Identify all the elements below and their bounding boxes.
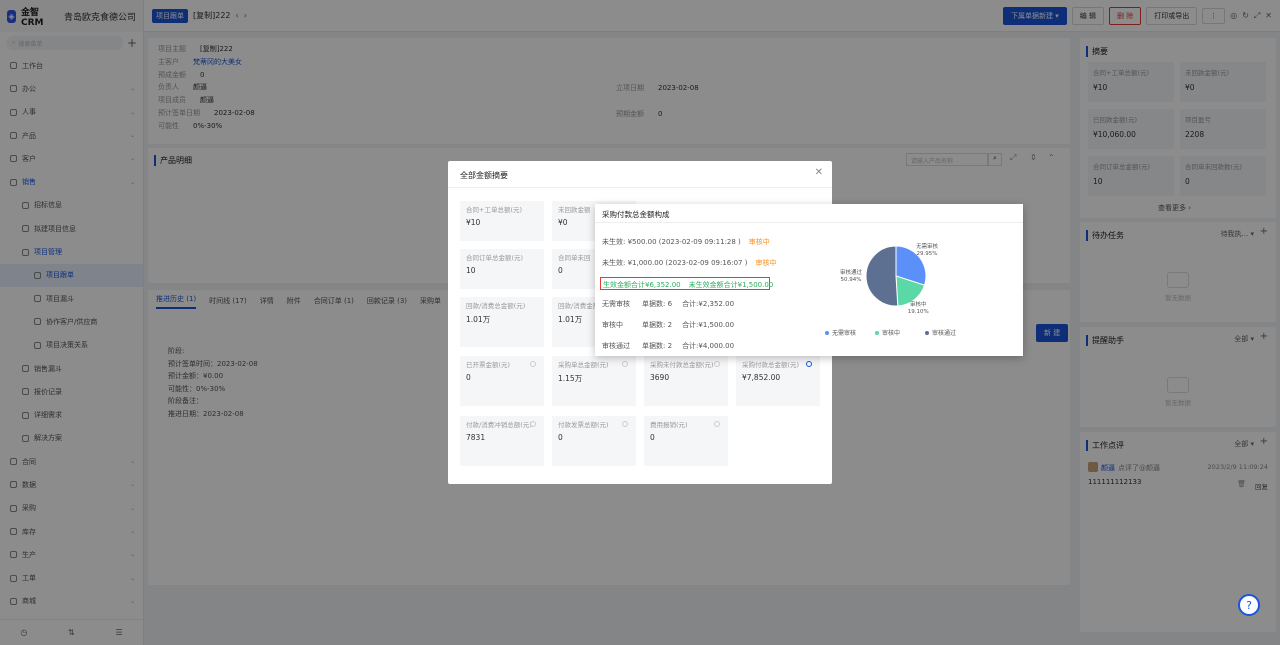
not-effective-total: 未生效金额合计¥1,500.00 [688,281,774,289]
group-count: 2 [667,342,673,350]
legend-label: 审核中 [882,330,901,337]
popover-divider [595,222,1023,223]
legend-label: 审核通过 [932,330,957,337]
info-icon[interactable] [622,421,628,427]
amount-card: 回款/消费总金额(元) 1.01万 [460,297,544,347]
info-icon[interactable] [530,421,536,427]
total-label: 合计: [682,321,699,329]
amount-card-label: 采购未付款总金额(元) [650,361,714,369]
legend-dot [875,330,879,335]
slice-percent: 50.94% [840,277,862,284]
popover-title: 采购付款总金额构成 [602,210,670,219]
group-count: 6 [667,300,673,308]
status-label: 审核中 [748,238,770,246]
status-label: 审核中 [755,259,777,267]
pending-payment-row: 未生效: ¥500.00 (2023-02-09 09:11:28 ) 审核中 [602,237,770,247]
amount-card-value: 3690 [650,373,670,382]
total-label: 合计: [682,300,699,308]
amount-card: 采购付款总金额(元) ¥7,852.00 [736,356,820,406]
amount-card: 采购单总金额(元) 1.15万 [552,356,636,406]
amount-card-value: 10 [466,266,476,275]
legend-label: 无需审核 [832,330,857,337]
amount-card: 采购未付款总金额(元) 3690 [644,356,728,406]
amount-card: 付款发票总额(元) 0 [552,416,636,466]
slice-category: 审核中 [909,302,927,309]
info-icon[interactable] [530,361,536,367]
modal-divider [448,187,832,188]
pie-slice[interactable] [865,245,899,307]
legend-item[interactable]: 无需审核 [825,328,856,337]
legend-item[interactable]: 审核通过 [925,328,956,337]
amount-card-label: 付款发票总额(元) [558,421,609,429]
amount-card-value: 1.01万 [466,315,491,324]
status-group-row: 审核通过 单据数: 2 合计:¥4,000.00 [602,341,734,351]
amount-card: 合同订单总金额(元) 10 [460,249,544,289]
amount-card-label: 已开票金额(元) [466,361,511,369]
amount-card-value: 0 [466,373,471,382]
count-label: 单据数: [642,300,666,308]
slice-percent: 29.95% [916,251,938,258]
count-label: 单据数: [642,321,666,329]
slice-category: 审核通过 [840,270,863,277]
total-label: 合计: [682,342,699,350]
amount-card-label: 合同+工单总额(元) [466,206,523,214]
legend-dot [825,330,829,335]
amount-card: 费用报销(元) 0 [644,416,728,466]
slice-percent: 19.10% [907,309,929,316]
pie-slice-label: 审核通过 50.94% [840,270,862,284]
status-group-row: 审核中 单据数: 2 合计:¥1,500.00 [602,320,734,330]
amount-card-value: 0 [558,433,563,442]
pending-payment-row: 未生效: ¥1,000.00 (2023-02-09 09:16:07 ) 审核中 [602,258,776,268]
payment-breakdown-popover: 采购付款总金额构成 未生效: ¥500.00 (2023-02-09 09:11… [595,204,1023,356]
amount-card-label: 合同订单总金额(元) [466,254,524,262]
modal-title: 全部金额摘要 [460,171,508,180]
amount-card-label: 付款/消费冲销总额(元) [466,421,532,429]
info-icon[interactable] [622,361,628,367]
info-icon[interactable] [714,421,720,427]
help-icon[interactable]: ? [1238,594,1260,616]
slice-category: 无需审核 [915,244,938,251]
effective-totals-box: 生效金额合计¥6,352.00 未生效金额合计¥1,500.00 [600,277,773,290]
amount-card-value: 1.15万 [558,374,583,383]
legend-dot [925,330,929,335]
group-name: 无需审核 [602,300,630,308]
amount-card-label: 费用报销(元) [650,421,688,429]
amount-card-value: 7831 [466,433,486,442]
amount-card-value: ¥7,852.00 [742,373,781,382]
status-group-row: 无需审核 单据数: 6 合计:¥2,352.00 [602,299,734,309]
amount-card-value: 0 [650,433,655,442]
close-icon[interactable]: ✕ [815,167,823,178]
amount-card: 付款/消费冲销总额(元) 7831 [460,416,544,466]
info-icon[interactable] [714,361,720,367]
group-name: 审核中 [602,321,623,329]
group-name: 审核通过 [602,342,630,350]
pie-slice-label: 审核中 19.10% [908,302,929,316]
payment-text: 未生效: ¥500.00 (2023-02-09 09:11:28 ) [602,238,741,246]
amount-card-label: 采购付款总金额(元) [742,361,800,369]
amount-card-value: ¥10 [466,218,481,227]
group-total: ¥2,352.00 [698,300,735,308]
count-label: 单据数: [642,342,666,350]
group-count: 2 [667,321,673,329]
amount-card: 合同+工单总额(元) ¥10 [460,201,544,241]
payment-text: 未生效: ¥1,000.00 (2023-02-09 09:16:07 ) [602,259,748,267]
legend-item[interactable]: 审核中 [875,328,900,337]
amount-card-label: 采购单总金额(元) [558,361,609,369]
amount-card: 已开票金额(元) 0 [460,356,544,406]
pie-slice-label: 无需审核 29.95% [916,244,938,258]
amount-card-label: 回款/消费总金额(元) [466,302,526,310]
group-total: ¥1,500.00 [698,321,735,329]
effective-total: 生效金额合计¥6,352.00 [603,281,681,289]
info-icon[interactable] [806,361,812,367]
group-total: ¥4,000.00 [698,342,735,350]
